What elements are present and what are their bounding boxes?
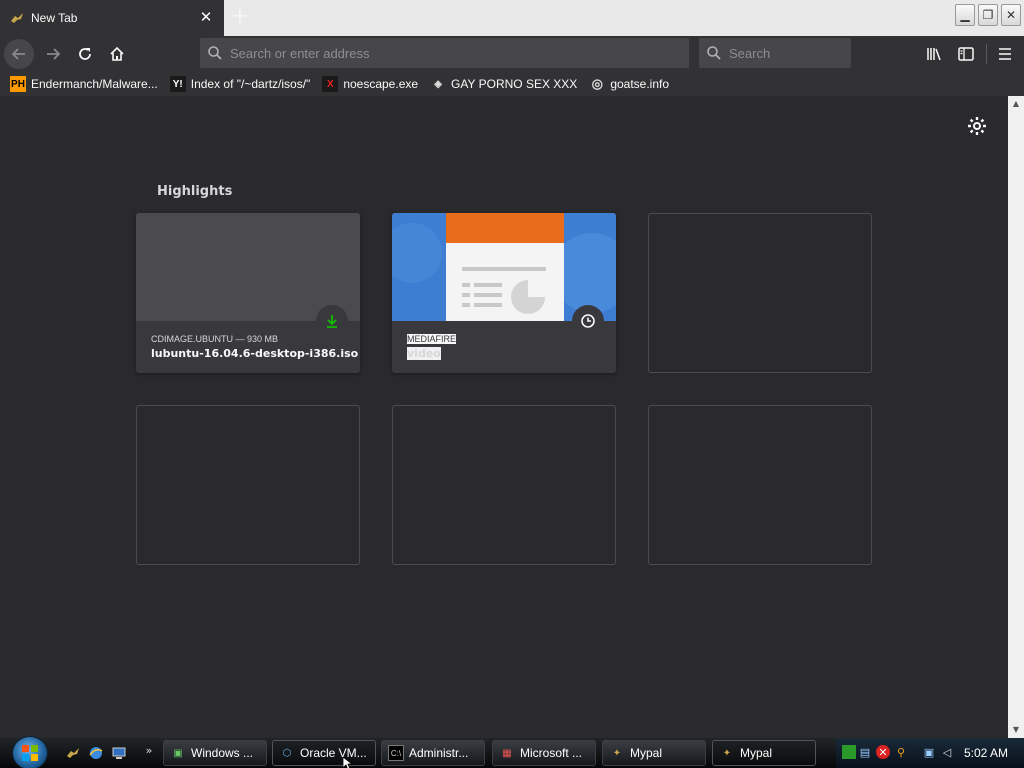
windows-app-icon: ▣ bbox=[173, 747, 183, 759]
cmd-icon: C:\ bbox=[388, 745, 404, 761]
customize-gear-icon[interactable] bbox=[966, 116, 988, 138]
bookmark-item[interactable]: X noescape.exe bbox=[322, 76, 418, 92]
quicklaunch-mypal-icon[interactable] bbox=[64, 744, 82, 762]
library-icon bbox=[927, 48, 941, 61]
taskbar-button-label: Microsoft ... bbox=[520, 746, 583, 760]
highlight-card[interactable]: MEDIAFIRE video bbox=[392, 213, 616, 373]
taskbar-button[interactable]: ⬡ Oracle VM... bbox=[272, 740, 376, 766]
scroll-down-icon[interactable]: ▼ bbox=[1008, 722, 1024, 738]
bookmark-label: Endermanch/Malware... bbox=[31, 77, 158, 91]
toolbar-separator bbox=[986, 44, 987, 64]
taskbar-button[interactable]: ▣ Windows ... bbox=[163, 740, 267, 766]
start-button[interactable] bbox=[12, 736, 48, 768]
pornhub-favicon-icon: PH bbox=[10, 76, 26, 92]
home-button[interactable] bbox=[103, 40, 131, 68]
taskbar-button-label: Mypal bbox=[630, 746, 663, 760]
mypal-favicon-icon bbox=[9, 10, 25, 26]
bookmark-label: noescape.exe bbox=[343, 77, 419, 91]
tab-title: New Tab bbox=[31, 11, 78, 25]
card-title: lubuntu-16.04.6-desktop-i386.iso bbox=[151, 347, 359, 360]
quicklaunch-desktop-icon[interactable] bbox=[110, 744, 128, 762]
microsoft-icon: ▦ bbox=[502, 747, 512, 759]
taskbar-button[interactable]: ✦ Mypal bbox=[602, 740, 706, 766]
scroll-up-icon[interactable]: ▲ bbox=[1008, 96, 1024, 112]
forward-arrow-icon bbox=[47, 48, 61, 60]
empty-highlight-slot bbox=[648, 405, 872, 565]
restore-button[interactable]: ❐ bbox=[978, 4, 998, 26]
taskbar-button-label: Administr... bbox=[409, 746, 469, 760]
bookmark-item[interactable]: ◎ goatse.info bbox=[589, 76, 669, 92]
taskbar-clock[interactable]: 5:02 AM bbox=[964, 746, 1008, 760]
back-arrow-icon bbox=[5, 40, 33, 68]
quicklaunch-ie-icon[interactable] bbox=[87, 744, 105, 762]
bookmark-item[interactable]: PH Endermanch/Malware... bbox=[10, 76, 158, 92]
new-tab-button[interactable]: + bbox=[226, 4, 254, 32]
highlight-card[interactable]: CDIMAGE.UBUNTU — 930 MB lubuntu-16.04.6-… bbox=[136, 213, 360, 373]
tray-volume-icon[interactable]: ◁ bbox=[940, 745, 954, 759]
globe-icon: ◎ bbox=[591, 76, 603, 91]
clock-icon bbox=[572, 305, 604, 337]
home-icon bbox=[110, 46, 124, 61]
tray-app-icon[interactable] bbox=[842, 745, 856, 759]
address-bar[interactable] bbox=[200, 38, 689, 68]
forward-button[interactable] bbox=[39, 40, 67, 68]
back-button[interactable] bbox=[4, 39, 34, 69]
taskbar-button[interactable]: ✦ Mypal bbox=[712, 740, 816, 766]
library-button[interactable] bbox=[920, 40, 948, 68]
search-bar[interactable] bbox=[699, 38, 851, 68]
page-scrollbar[interactable]: ▲ ▼ bbox=[1008, 96, 1024, 738]
download-icon bbox=[316, 305, 348, 337]
tray-monitor-icon[interactable]: ▣ bbox=[922, 745, 936, 759]
hamburger-menu-icon bbox=[999, 48, 1011, 60]
reload-icon bbox=[79, 48, 91, 60]
search-icon bbox=[699, 45, 729, 61]
bookmarks-toolbar: PH Endermanch/Malware... Y! Index of "/~… bbox=[0, 72, 1024, 96]
windows-logo-icon bbox=[22, 745, 38, 761]
taskbar-button-label: Windows ... bbox=[191, 746, 254, 760]
bookmark-label: goatse.info bbox=[610, 77, 670, 91]
taskbar-button[interactable]: ▦ Microsoft ... bbox=[492, 740, 596, 766]
mypal-icon: ✦ bbox=[722, 747, 732, 759]
windows-taskbar: » ▣ Windows ... ⬡ Oracle VM... C:\ Admin… bbox=[0, 736, 1024, 768]
site-favicon-icon: ◈ bbox=[434, 78, 442, 90]
empty-highlight-slot bbox=[136, 405, 360, 565]
highlights-heading: Highlights bbox=[157, 184, 233, 199]
bookmark-item[interactable]: Y! Index of "/~dartz/isos/" bbox=[169, 76, 311, 92]
card-title: video bbox=[407, 347, 441, 360]
menu-button[interactable] bbox=[991, 40, 1019, 68]
taskbar-button-label: Oracle VM... bbox=[300, 746, 367, 760]
tab-strip: New Tab ✕ + ▁ ❐ ✕ bbox=[0, 0, 1024, 36]
taskbar-button-label: Mypal bbox=[740, 746, 773, 760]
tray-network-icon[interactable]: ▤ bbox=[858, 745, 872, 759]
address-input[interactable] bbox=[230, 45, 670, 61]
mypal-icon: ✦ bbox=[612, 747, 622, 759]
empty-highlight-slot bbox=[392, 405, 616, 565]
search-input[interactable] bbox=[729, 45, 839, 61]
reload-button[interactable] bbox=[71, 40, 99, 68]
minimize-button[interactable]: ▁ bbox=[955, 4, 975, 26]
tray-search-icon[interactable]: ⚲ bbox=[894, 745, 908, 759]
bookmark-item[interactable]: ◈ GAY PORNO SEX XXX bbox=[430, 76, 577, 92]
x-favicon-icon: X bbox=[322, 76, 339, 92]
sidebar-icon bbox=[958, 47, 974, 61]
card-host: MEDIAFIRE bbox=[407, 334, 457, 344]
virtualbox-icon: ⬡ bbox=[282, 747, 292, 759]
bookmark-label: Index of "/~dartz/isos/" bbox=[190, 77, 311, 91]
taskbar-button[interactable]: C:\ Administr... bbox=[381, 740, 485, 766]
empty-highlight-slot bbox=[648, 213, 872, 373]
tray-error-icon[interactable]: ✕ bbox=[876, 745, 890, 759]
close-window-button[interactable]: ✕ bbox=[1001, 4, 1021, 26]
tab-new-tab[interactable]: New Tab ✕ bbox=[0, 0, 224, 36]
tab-close-icon[interactable]: ✕ bbox=[198, 9, 214, 25]
card-host: CDIMAGE.UBUNTU — 930 MB bbox=[151, 334, 279, 344]
bookmark-label: GAY PORNO SEX XXX bbox=[451, 77, 578, 91]
search-icon bbox=[200, 45, 230, 61]
quicklaunch-more-icon[interactable]: » bbox=[140, 741, 158, 759]
system-tray: ▤ ✕ ⚲ ▣ ◁ 5:02 AM bbox=[836, 738, 1024, 768]
sidebar-button[interactable] bbox=[952, 40, 980, 68]
yp-favicon-icon: Y! bbox=[169, 76, 186, 92]
